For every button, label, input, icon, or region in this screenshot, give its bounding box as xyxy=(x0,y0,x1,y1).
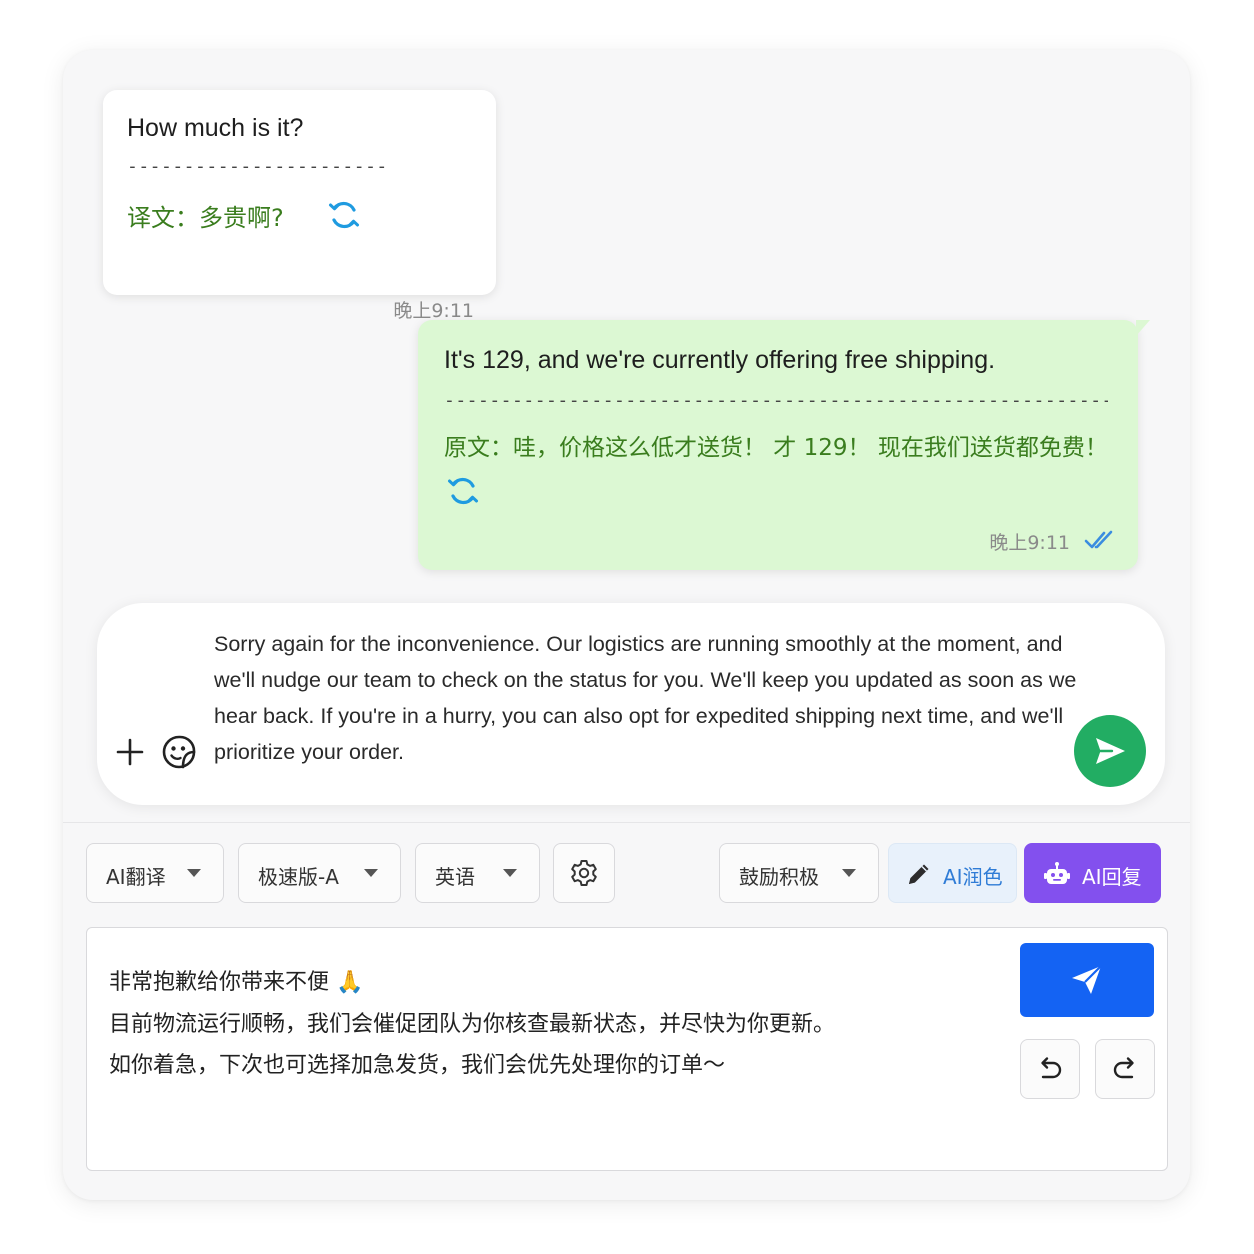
reply-line: 如你着急，下次也可选择加急发货，我们会优先处理你的订单～ xyxy=(109,1053,726,1078)
reply-line: 目前物流运行顺畅，我们会催促团队为你核查最新状态，并尽快为你更新。 xyxy=(109,1012,836,1037)
send-reply-button[interactable] xyxy=(1020,943,1154,1017)
translation-text: 译文：多贵啊? xyxy=(127,204,284,232)
section-divider xyxy=(63,822,1190,823)
chevron-down-icon xyxy=(842,869,856,877)
outgoing-message-bubble: It's 129, and we're currently offering f… xyxy=(418,320,1150,570)
incoming-message-time: 晚上9:11 xyxy=(393,300,474,322)
chevron-down-icon xyxy=(364,869,378,877)
incoming-message-text: How much is it? xyxy=(127,114,304,142)
incoming-message-bubble: How much is it? ------------------------… xyxy=(103,90,496,322)
message-divider: ------------------------- xyxy=(127,156,389,177)
refresh-translation-icon[interactable] xyxy=(446,474,480,508)
reply-textarea[interactable]: 非常抱歉给你带来不便 🙏 目前物流运行顺畅，我们会催促团队为你核查最新状态，并尽… xyxy=(86,927,1168,1171)
reply-line: 非常抱歉给你带来不便 🙏 xyxy=(109,970,364,995)
language-label: 英语 xyxy=(435,865,475,889)
message-composer: Sorry again for the inconvenience. Our l… xyxy=(97,603,1165,805)
draft-message-text[interactable]: Sorry again for the inconvenience. Our l… xyxy=(214,626,1094,770)
redo-button[interactable] xyxy=(1095,1039,1155,1099)
undo-icon xyxy=(1041,1057,1062,1079)
chevron-down-icon xyxy=(187,869,201,877)
outgoing-message-text: It's 129, and we're currently offering f… xyxy=(444,346,996,374)
tone-label: 鼓励积极 xyxy=(739,865,819,889)
send-icon xyxy=(1096,738,1125,764)
settings-button[interactable] xyxy=(553,843,615,903)
refresh-translation-icon[interactable] xyxy=(327,198,361,232)
ai-translate-label: AI翻译 xyxy=(106,865,166,889)
chevron-down-icon xyxy=(503,869,517,877)
chat-panel: How much is it? ------------------------… xyxy=(63,50,1190,1200)
double-check-icon xyxy=(1084,530,1113,549)
plus-icon[interactable] xyxy=(115,737,145,767)
paper-plane-icon xyxy=(1072,965,1102,994)
speed-mode-label: 极速版-A xyxy=(258,865,339,889)
send-button[interactable] xyxy=(1074,715,1146,787)
ai-polish-button[interactable]: AI润色 xyxy=(888,843,1017,903)
tone-dropdown[interactable]: 鼓励积极 xyxy=(719,843,879,903)
gear-icon xyxy=(571,860,597,886)
ai-polish-label: AI润色 xyxy=(943,865,1003,889)
message-divider: ----------------------------------------… xyxy=(444,390,1108,411)
ai-reply-button[interactable]: AI回复 xyxy=(1024,843,1161,903)
original-text: 原文：哇，价格这么低才送货！ 才 129！ 现在我们送货都免费！ xyxy=(444,435,1108,461)
outgoing-message-time: 晚上9:11 xyxy=(989,532,1070,554)
speed-mode-dropdown[interactable]: 极速版-A xyxy=(238,843,401,903)
redo-icon xyxy=(1113,1057,1134,1079)
robot-icon xyxy=(1044,862,1070,884)
ai-reply-label: AI回复 xyxy=(1082,865,1142,889)
pencil-icon xyxy=(909,864,929,884)
ai-translate-dropdown[interactable]: AI翻译 xyxy=(86,843,224,903)
language-dropdown[interactable]: 英语 xyxy=(415,843,540,903)
undo-button[interactable] xyxy=(1020,1039,1080,1099)
sticker-icon[interactable] xyxy=(161,734,197,770)
